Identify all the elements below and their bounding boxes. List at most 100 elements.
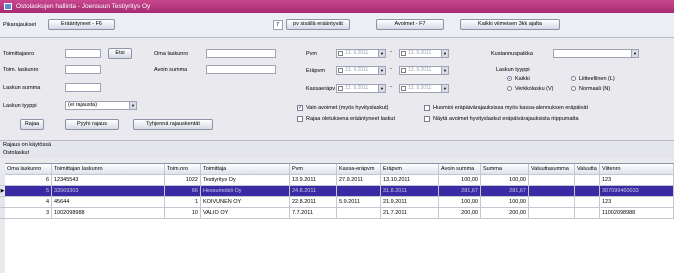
column-header-sum[interactable]: Summa (481, 164, 529, 175)
cell-own-invoice-no: 3 (5, 208, 52, 219)
cell-currency-sum (529, 208, 575, 219)
due-from-input[interactable]: 13. 9.2011 ▼ (336, 66, 386, 75)
radio-all[interactable] (507, 76, 512, 81)
last-3-months-button[interactable]: Kaikki viimeisen 3kk ajalta (460, 19, 560, 30)
row-selector[interactable] (0, 175, 5, 186)
cell-supplier-invoice-no: 45644 (52, 197, 165, 208)
clear-filter-button[interactable]: Pyyhi rajaus (65, 119, 119, 130)
table-row[interactable]: 6 12345543 1022 Testiyritys Oy 13.9.2011 27.9… (5, 175, 674, 186)
cell-date: 7.7.2011 (290, 208, 337, 219)
calendar-dropdown-icon[interactable]: ▼ (378, 85, 385, 92)
column-header-cash-due-date[interactable]: Kassa-eräpvm (337, 164, 381, 175)
date-to-input[interactable]: 13. 9.2011 ▼ (399, 49, 449, 58)
invoice-no-input[interactable] (65, 65, 101, 74)
date-to-checkbox[interactable] (401, 51, 406, 56)
cell-reference-no: 123 (600, 175, 674, 186)
calendar-dropdown-icon[interactable]: ▼ (441, 85, 448, 92)
clear-all-fields-button[interactable]: Tyhjennä rajauskentät (133, 119, 213, 130)
due-to-input[interactable]: 13. 9.2011 ▼ (399, 66, 449, 75)
calendar-dropdown-icon[interactable]: ▼ (378, 50, 385, 57)
calendar-dropdown-icon[interactable]: ▼ (441, 67, 448, 74)
cell-supplier-no: 1022 (165, 175, 201, 186)
days-input[interactable]: 7 (273, 20, 283, 30)
overdue-button[interactable]: Erääntyneet - F6 (48, 19, 115, 30)
cash-due-to-input[interactable]: 13. 9.2011 ▼ (399, 84, 449, 93)
radio-attachment[interactable] (571, 76, 576, 81)
limit-due-label: Rajaa oletuksena erääntyneet laskut (306, 116, 395, 122)
due-from-value: 13. 9.2011 (345, 67, 369, 73)
chevron-down-icon[interactable]: ▼ (129, 102, 136, 109)
cost-center-select[interactable]: ▼ (553, 49, 639, 58)
calendar-dropdown-icon[interactable]: ▼ (378, 67, 385, 74)
row-selector[interactable] (0, 197, 5, 208)
row-selector[interactable] (0, 208, 5, 219)
cash-discount-checkbox[interactable] (424, 105, 430, 111)
invoice-no-label: Toim. laskunro (3, 67, 39, 73)
radio-all-label: Kaikki (515, 76, 530, 82)
cash-due-from-input[interactable]: 13. 9.2011 ▼ (336, 84, 386, 93)
cell-currency (575, 208, 600, 219)
current-row-indicator-icon[interactable]: ▶ (0, 186, 5, 197)
show-credit-label: Näytä avoimet hyvityslaskut eräpäiväraja… (433, 116, 579, 122)
search-button[interactable]: Etsi (108, 48, 132, 59)
column-header-own-invoice-no[interactable]: Oma laskunro (5, 164, 52, 175)
chevron-down-icon[interactable]: ▼ (631, 50, 638, 57)
cell-sum: 281,67 (481, 186, 529, 197)
range-separator: - (390, 66, 392, 72)
supplier-no-input[interactable] (65, 49, 101, 58)
cell-open-sum: 100,00 (439, 175, 481, 186)
invoice-sum-input[interactable] (65, 83, 101, 92)
column-header-supplier[interactable]: Toimittaja (201, 164, 290, 175)
cell-reference-no: 123 (600, 197, 674, 208)
radio-einvoice[interactable] (507, 86, 512, 91)
cash-due-to-checkbox[interactable] (401, 86, 406, 91)
only-open-checkbox[interactable]: ✓ (297, 105, 303, 111)
column-header-date[interactable]: Pvm (290, 164, 337, 175)
cell-due-date: 31.8.2011 (381, 186, 439, 197)
cell-supplier-invoice-no: 12345543 (52, 175, 165, 186)
cash-discount-label: Huomioi eräpäivärajauksissa myös kassa-a… (433, 105, 588, 111)
column-header-reference-no[interactable]: Viitenro (600, 164, 674, 175)
radio-normal[interactable] (571, 86, 576, 91)
cell-open-sum: 281,67 (439, 186, 481, 197)
cell-reference-no: 11002098988 (600, 208, 674, 219)
column-header-currency-sum[interactable]: Valuuttasumma (529, 164, 575, 175)
date-from-checkbox[interactable] (338, 51, 343, 56)
column-header-supplier-no[interactable]: Toim.nro (165, 164, 201, 175)
column-header-currency[interactable]: Valuutta (575, 164, 600, 175)
cell-own-invoice-no: 6 (5, 175, 52, 186)
cell-supplier: VALIO OY (201, 208, 290, 219)
column-header-open-sum[interactable]: Avoin summa (439, 164, 481, 175)
cell-supplier-no: 10 (165, 208, 201, 219)
table-row[interactable]: 4 45644 1 KOIVUNEN OY 22.8.2011 5.9.2011 21.9.… (5, 197, 674, 208)
filter-button[interactable]: Rajaa (20, 119, 44, 130)
table-row[interactable]: 3 1002098988 10 VALIO OY 7.7.2011 21.7.2011 20… (5, 208, 674, 219)
date-label: Pvm (306, 51, 317, 57)
cell-currency-sum (529, 175, 575, 186)
show-credit-checkbox[interactable] (424, 116, 430, 122)
table-header[interactable]: Oma laskunro Toimittajan laskunro Toim.nro… (5, 164, 674, 175)
cell-currency (575, 186, 600, 197)
date-from-input[interactable]: 13. 9.2011 ▼ (336, 49, 386, 58)
own-invoice-input[interactable] (206, 49, 276, 58)
date-to-value: 13. 9.2011 (408, 50, 432, 56)
due-to-checkbox[interactable] (401, 68, 406, 73)
invoice-type-select[interactable]: (ei rajausta) ▼ (65, 101, 137, 110)
cash-due-from-checkbox[interactable] (338, 86, 343, 91)
limit-due-checkbox[interactable] (297, 116, 303, 122)
cell-supplier: Hessumobili Oy (201, 186, 290, 197)
column-header-supplier-invoice-no[interactable]: Toimittajan laskunro (52, 164, 165, 175)
due-from-checkbox[interactable] (338, 68, 343, 73)
due-within-days-button[interactable]: pv sisällä erääntyvät (286, 19, 350, 30)
column-header-due-date[interactable]: Eräpvm (381, 164, 439, 175)
open-invoices-button[interactable]: Avoimet - F7 (376, 19, 444, 30)
calendar-dropdown-icon[interactable]: ▼ (441, 50, 448, 57)
cash-due-to-value: 13. 9.2011 (408, 85, 432, 91)
table-row[interactable]: 5 33569303 66 Hessumobili Oy 24.8.2011 31.8.2… (5, 186, 674, 197)
only-open-label: Vain avoimet (myös hyvityslaskut) (306, 105, 389, 111)
invoice-sum-label: Laskun summa (3, 85, 41, 91)
cell-date: 22.8.2011 (290, 197, 337, 208)
cell-sum: 100,00 (481, 197, 529, 208)
open-sum-input[interactable] (206, 65, 276, 74)
cell-supplier: Testiyritys Oy (201, 175, 290, 186)
